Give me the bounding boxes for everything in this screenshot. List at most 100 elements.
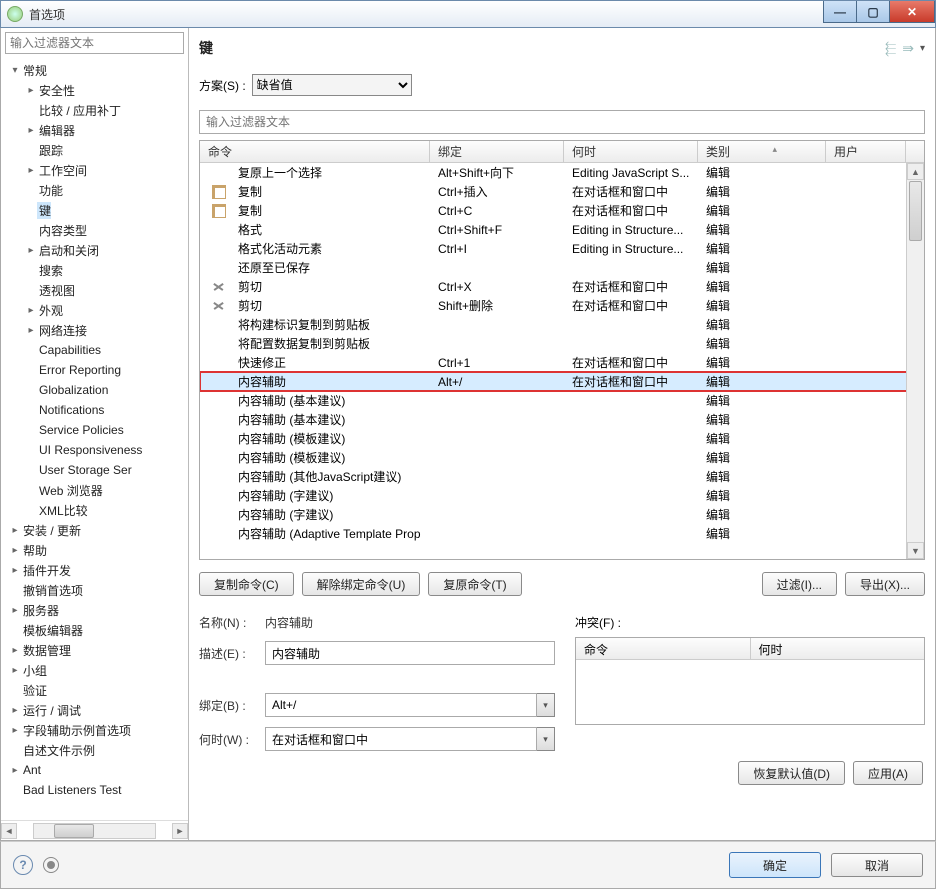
back-icon[interactable]: ⬱ [885,40,896,57]
table-row[interactable]: 还原至已保存编辑 [200,258,924,277]
table-row[interactable]: 复原上一个选择Alt+Shift+向下Editing JavaScript S.… [200,163,924,182]
tree-item[interactable]: Error Reporting [5,360,188,380]
apply-button[interactable]: 应用(A) [853,761,923,785]
tree-item[interactable]: 模板编辑器 [5,620,188,640]
when-input[interactable] [265,727,537,751]
tree-item[interactable]: ▸数据管理 [5,640,188,660]
tree-item[interactable]: Web 浏览器 [5,480,188,500]
table-row[interactable]: 内容辅助 (Adaptive Template Prop编辑 [200,524,924,543]
tree-item[interactable]: 撤销首选项 [5,580,188,600]
expand-icon[interactable]: ▸ [9,565,21,576]
expand-icon[interactable]: ▸ [9,765,21,776]
scroll-left-icon[interactable]: ◄ [1,823,17,839]
expand-icon[interactable]: ▸ [9,525,21,536]
expand-icon[interactable]: ▸ [25,125,37,136]
minimize-button[interactable]: — [823,1,857,23]
export-button[interactable]: 导出(X)... [845,572,925,596]
maximize-button[interactable]: ▢ [856,1,890,23]
expand-icon[interactable]: ▸ [25,85,37,96]
tree-item[interactable]: ▸编辑器 [5,120,188,140]
table-row[interactable]: 复制Ctrl+插入在对话框和窗口中编辑 [200,182,924,201]
table-row[interactable]: 将构建标识复制到剪贴板编辑 [200,315,924,334]
tree-item[interactable]: ▸服务器 [5,600,188,620]
col-command[interactable]: 命令 [200,141,430,162]
expand-icon[interactable]: ▸ [25,245,37,256]
when-dropdown-icon[interactable]: ▾ [537,727,555,751]
scroll-right-icon[interactable]: ► [172,823,188,839]
scroll-down-icon[interactable]: ▼ [907,542,924,559]
vscroll-thumb[interactable] [909,181,922,241]
expand-icon[interactable]: ▸ [9,725,21,736]
table-body[interactable]: 复原上一个选择Alt+Shift+向下Editing JavaScript S.… [200,163,924,559]
tree-item[interactable]: Bad Listeners Test [5,780,188,800]
table-row[interactable]: 格式Ctrl+Shift+FEditing in Structure...编辑 [200,220,924,239]
table-row[interactable]: 内容辅助 (字建议)编辑 [200,486,924,505]
scroll-up-icon[interactable]: ▲ [907,163,924,180]
tree-item[interactable]: ▸小组 [5,660,188,680]
tree-item[interactable]: ▸安装 / 更新 [5,520,188,540]
expand-icon[interactable]: ▸ [25,305,37,316]
sidebar-hscroll[interactable]: ◄ ► [1,820,188,840]
tree-item[interactable]: ▸Ant [5,760,188,780]
tree-item[interactable]: 键 [5,200,188,220]
col-binding[interactable]: 绑定 [430,141,564,162]
expand-icon[interactable]: ▾ [9,65,21,76]
scheme-select[interactable]: 缺省值 [252,74,412,96]
table-row[interactable]: 格式化活动元素Ctrl+IEditing in Structure...编辑 [200,239,924,258]
import-export-icon[interactable] [43,857,59,873]
tree-item[interactable]: 比较 / 应用补丁 [5,100,188,120]
expand-icon[interactable]: ▸ [9,665,21,676]
tree-item[interactable]: ▸启动和关闭 [5,240,188,260]
tree-item[interactable]: Service Policies [5,420,188,440]
table-vscroll[interactable]: ▲ ▼ [906,163,924,559]
tree-item[interactable]: ▸运行 / 调试 [5,700,188,720]
binding-input[interactable] [265,693,537,717]
tree-item[interactable]: XML比较 [5,500,188,520]
binding-dropdown-icon[interactable]: ▾ [537,693,555,717]
col-category[interactable]: 类别 [698,141,826,162]
table-row[interactable]: 复制Ctrl+C在对话框和窗口中编辑 [200,201,924,220]
tree-item[interactable]: ▸插件开发 [5,560,188,580]
unbind-command-button[interactable]: 解除绑定命令(U) [302,572,421,596]
table-row[interactable]: 内容辅助 (基本建议)编辑 [200,410,924,429]
tree-item[interactable]: ▸字段辅助示例首选项 [5,720,188,740]
view-menu-icon[interactable]: ▾ [920,43,925,54]
table-row[interactable]: 将配置数据复制到剪贴板编辑 [200,334,924,353]
tree-item[interactable]: ▾常规 [5,60,188,80]
tree-item[interactable]: 内容类型 [5,220,188,240]
scroll-track[interactable] [33,823,156,839]
table-row[interactable]: 内容辅助Alt+/在对话框和窗口中编辑 [200,372,924,391]
table-row[interactable]: 剪切Ctrl+X在对话框和窗口中编辑 [200,277,924,296]
tree-item[interactable]: 功能 [5,180,188,200]
tree-item[interactable]: 透视图 [5,280,188,300]
tree-item[interactable]: 自述文件示例 [5,740,188,760]
filter-button[interactable]: 过滤(I)... [762,572,837,596]
table-row[interactable]: 内容辅助 (基本建议)编辑 [200,391,924,410]
expand-icon[interactable]: ▸ [9,605,21,616]
table-row[interactable]: 内容辅助 (其他JavaScript建议)编辑 [200,467,924,486]
tree-item[interactable]: User Storage Ser [5,460,188,480]
expand-icon[interactable]: ▸ [9,545,21,556]
close-button[interactable]: ✕ [889,1,935,23]
scroll-thumb[interactable] [54,824,94,838]
tree-item[interactable]: ▸安全性 [5,80,188,100]
tree-item[interactable]: ▸网络连接 [5,320,188,340]
restore-defaults-button[interactable]: 恢复默认值(D) [738,761,845,785]
tree-item[interactable]: Capabilities [5,340,188,360]
copy-command-button[interactable]: 复制命令(C) [199,572,294,596]
table-row[interactable]: 内容辅助 (模板建议)编辑 [200,448,924,467]
keys-filter-input[interactable] [199,110,925,134]
table-row[interactable]: 内容辅助 (字建议)编辑 [200,505,924,524]
tree-item[interactable]: Notifications [5,400,188,420]
tree-item[interactable]: ▸工作空间 [5,160,188,180]
conflict-col-when[interactable]: 何时 [751,638,925,659]
tree-item[interactable]: Globalization [5,380,188,400]
tree-item[interactable]: ▸帮助 [5,540,188,560]
expand-icon[interactable]: ▸ [25,165,37,176]
cancel-button[interactable]: 取消 [831,853,923,877]
tree-item[interactable]: ▸外观 [5,300,188,320]
expand-icon[interactable]: ▸ [9,645,21,656]
col-when[interactable]: 何时 [564,141,698,162]
col-user[interactable]: 用户 [826,141,906,162]
tree-item[interactable]: 跟踪 [5,140,188,160]
